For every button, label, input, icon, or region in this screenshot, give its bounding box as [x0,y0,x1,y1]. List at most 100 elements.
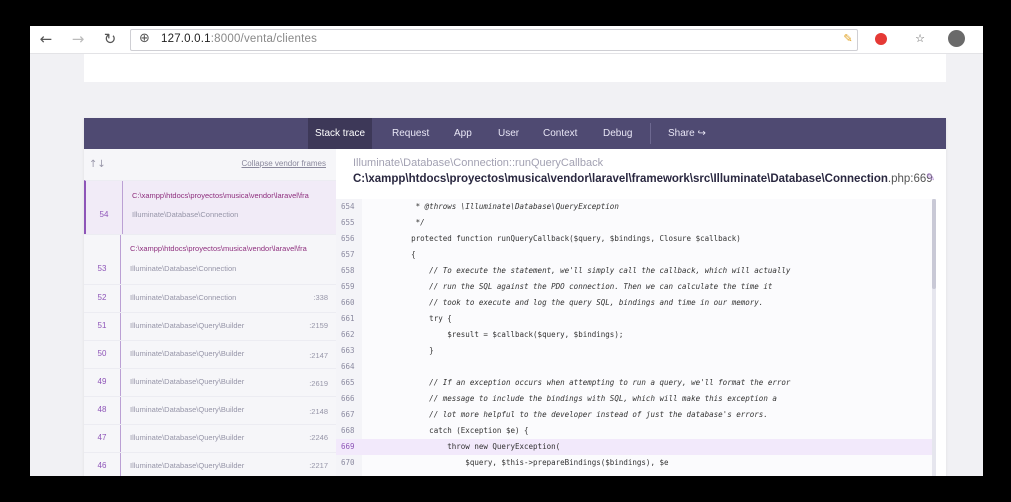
stack-frame-51[interactable]: 51 Illuminate\Database\Query\Builder :21… [84,312,336,341]
code-line: 668 catch (Exception $e) { [336,423,936,439]
code-line: 665 // If an exception occurs when attem… [336,375,936,391]
code-text: // If an exception occurs when attemptin… [375,378,791,387]
error-panel: Stack trace Request App User Context Deb… [84,118,946,476]
frames-header: ↑↓ Collapse vendor frames [84,149,336,180]
code-line: 666 // message to include the bindings w… [336,391,936,407]
frame-group-bar [120,285,121,313]
address-bar[interactable]: ⊕ 127.0.0.1:8000/venta/clientes [130,29,858,51]
browser-toolbar: ← → ↻ ⊕ 127.0.0.1:8000/venta/clientes ✎ … [30,26,983,54]
arrow-right-icon[interactable]: → [68,30,88,48]
page-card [84,54,946,82]
code-text: throw new QueryException( [375,442,561,451]
code-text: } [375,346,434,355]
url-host: 127.0.0.1 [161,33,211,45]
code-text: $query, $this->prepareBindings($bindings… [375,458,669,467]
frame-number: 46 [97,461,107,470]
stack-frame-52[interactable]: 52 Illuminate\Database\Connection :338 [84,284,336,313]
frame-class: Illuminate\Database\Query\Builder [130,405,245,414]
frame-number: 49 [97,377,107,386]
frame-line: :2147 [309,351,328,360]
url-path: :8000/venta/clientes [210,33,318,45]
frame-group-bar [122,181,123,235]
tab-debug[interactable]: Debug [596,118,639,149]
stack-frame-48[interactable]: 48 Illuminate\Database\Query\Builder :21… [84,396,336,425]
frame-number: 51 [97,321,107,330]
bookmarks-icon[interactable]: ☆ [912,31,928,47]
share-arrow-icon: ↪ [697,128,706,139]
frame-group-bar [120,313,121,341]
reload-icon[interactable]: ↻ [100,30,120,48]
line-number: 670 [341,458,355,467]
line-number: 667 [341,410,355,419]
url-text[interactable]: 127.0.0.1:8000/venta/clientes [161,33,317,45]
code-text: * @throws \Illuminate\Database\QueryExce… [375,202,619,211]
code-line: 661 try { [336,311,936,327]
line-number: 657 [341,250,355,259]
frame-group-bar [120,235,121,285]
avatar[interactable] [948,30,965,47]
code-line: 662 $result = $callback($query, $binding… [336,327,936,343]
frame-class: Illuminate\Database\Query\Builder [130,461,245,470]
code-text: catch (Exception $e) { [375,426,529,435]
frame-class: Illuminate\Database\Query\Builder [130,321,245,330]
tab-app[interactable]: App [447,118,479,149]
stack-frame-49[interactable]: 49 Illuminate\Database\Query\Builder :26… [84,368,336,397]
tab-stack-trace[interactable]: Stack trace [308,118,373,149]
stack-frame-53[interactable]: C:\xampp\htdocs\proyectos\musica\vendor\… [84,234,336,285]
frame-group-bar [120,341,121,369]
frame-class: Illuminate\Database\Connection [132,210,239,219]
code-text: $result = $callback($query, $bindings); [375,330,624,339]
code-line: 670 $query, $this->prepareBindings($bind… [336,455,936,471]
stack-frame-50[interactable]: 50 Illuminate\Database\Query\Builder :21… [84,340,336,369]
tab-context[interactable]: Context [536,118,584,149]
tab-user[interactable]: User [491,118,526,149]
sort-arrows-icon[interactable]: ↑↓ [89,159,106,170]
frame-number: 52 [97,293,107,302]
line-number: 661 [341,314,355,323]
frame-number: 47 [97,433,107,442]
stack-frame-54[interactable]: C:\xampp\htdocs\proyectos\musica\vendor\… [84,180,336,235]
frame-line: :2159 [309,321,328,330]
tab-request[interactable]: Request [385,118,436,149]
frame-class: Illuminate\Database\Query\Builder [130,433,245,442]
frame-number: 53 [97,264,107,273]
line-number: 655 [341,218,355,227]
frame-path: C:\xampp\htdocs\proyectos\musica\vendor\… [130,244,307,253]
scrollbar-thumb[interactable] [932,199,936,289]
line-number: 658 [341,266,355,275]
arrow-left-icon[interactable]: ← [36,30,56,48]
tab-bar: Stack trace Request App User Context Deb… [84,118,946,149]
code-line: 655 */ [336,215,936,231]
code-line: 660 // took to execute and log the query… [336,295,936,311]
code-scrollbar[interactable] [932,199,936,476]
line-number: 664 [341,362,355,371]
code-line: 659 // run the SQL against the PDO conne… [336,279,936,295]
line-number: 668 [341,426,355,435]
file-path[interactable]: C:\xampp\htdocs\proyectos\musica\vendor\… [353,173,933,185]
extension-red-icon[interactable] [875,33,887,45]
edit-pencil-icon[interactable]: ✎ [926,171,935,184]
code-text: // To execute the statement, we'll simpl… [375,266,791,275]
file-path-name: C:\xampp\htdocs\proyectos\musica\vendor\… [353,173,888,185]
line-number: 656 [341,234,355,243]
extension-pencil-icon[interactable]: ✎ [840,31,856,47]
screen: ← → ↻ ⊕ 127.0.0.1:8000/venta/clientes ✎ … [0,0,1011,502]
frame-line: :2246 [309,433,328,442]
stack-frame-46[interactable]: 46 Illuminate\Database\Query\Builder :22… [84,452,336,476]
browser-window: ← → ↻ ⊕ 127.0.0.1:8000/venta/clientes ✎ … [30,26,983,476]
line-number: 662 [341,330,355,339]
line-number: 654 [341,202,355,211]
frame-line: :2619 [309,379,328,388]
frame-line: :2148 [309,407,328,416]
frame-class: Illuminate\Database\Query\Builder [130,377,245,386]
code-text: { [375,250,416,259]
collapse-vendor-frames-link[interactable]: Collapse vendor frames [242,159,326,168]
frame-group-bar [120,397,121,425]
tab-divider [650,123,651,144]
frame-number: 48 [97,405,107,414]
frame-class: Illuminate\Database\Connection [130,264,237,273]
code-text: try { [375,314,452,323]
tab-share[interactable]: Share ↪ [661,118,713,149]
frame-group-bar [120,425,121,453]
stack-frame-47[interactable]: 47 Illuminate\Database\Query\Builder :22… [84,424,336,453]
